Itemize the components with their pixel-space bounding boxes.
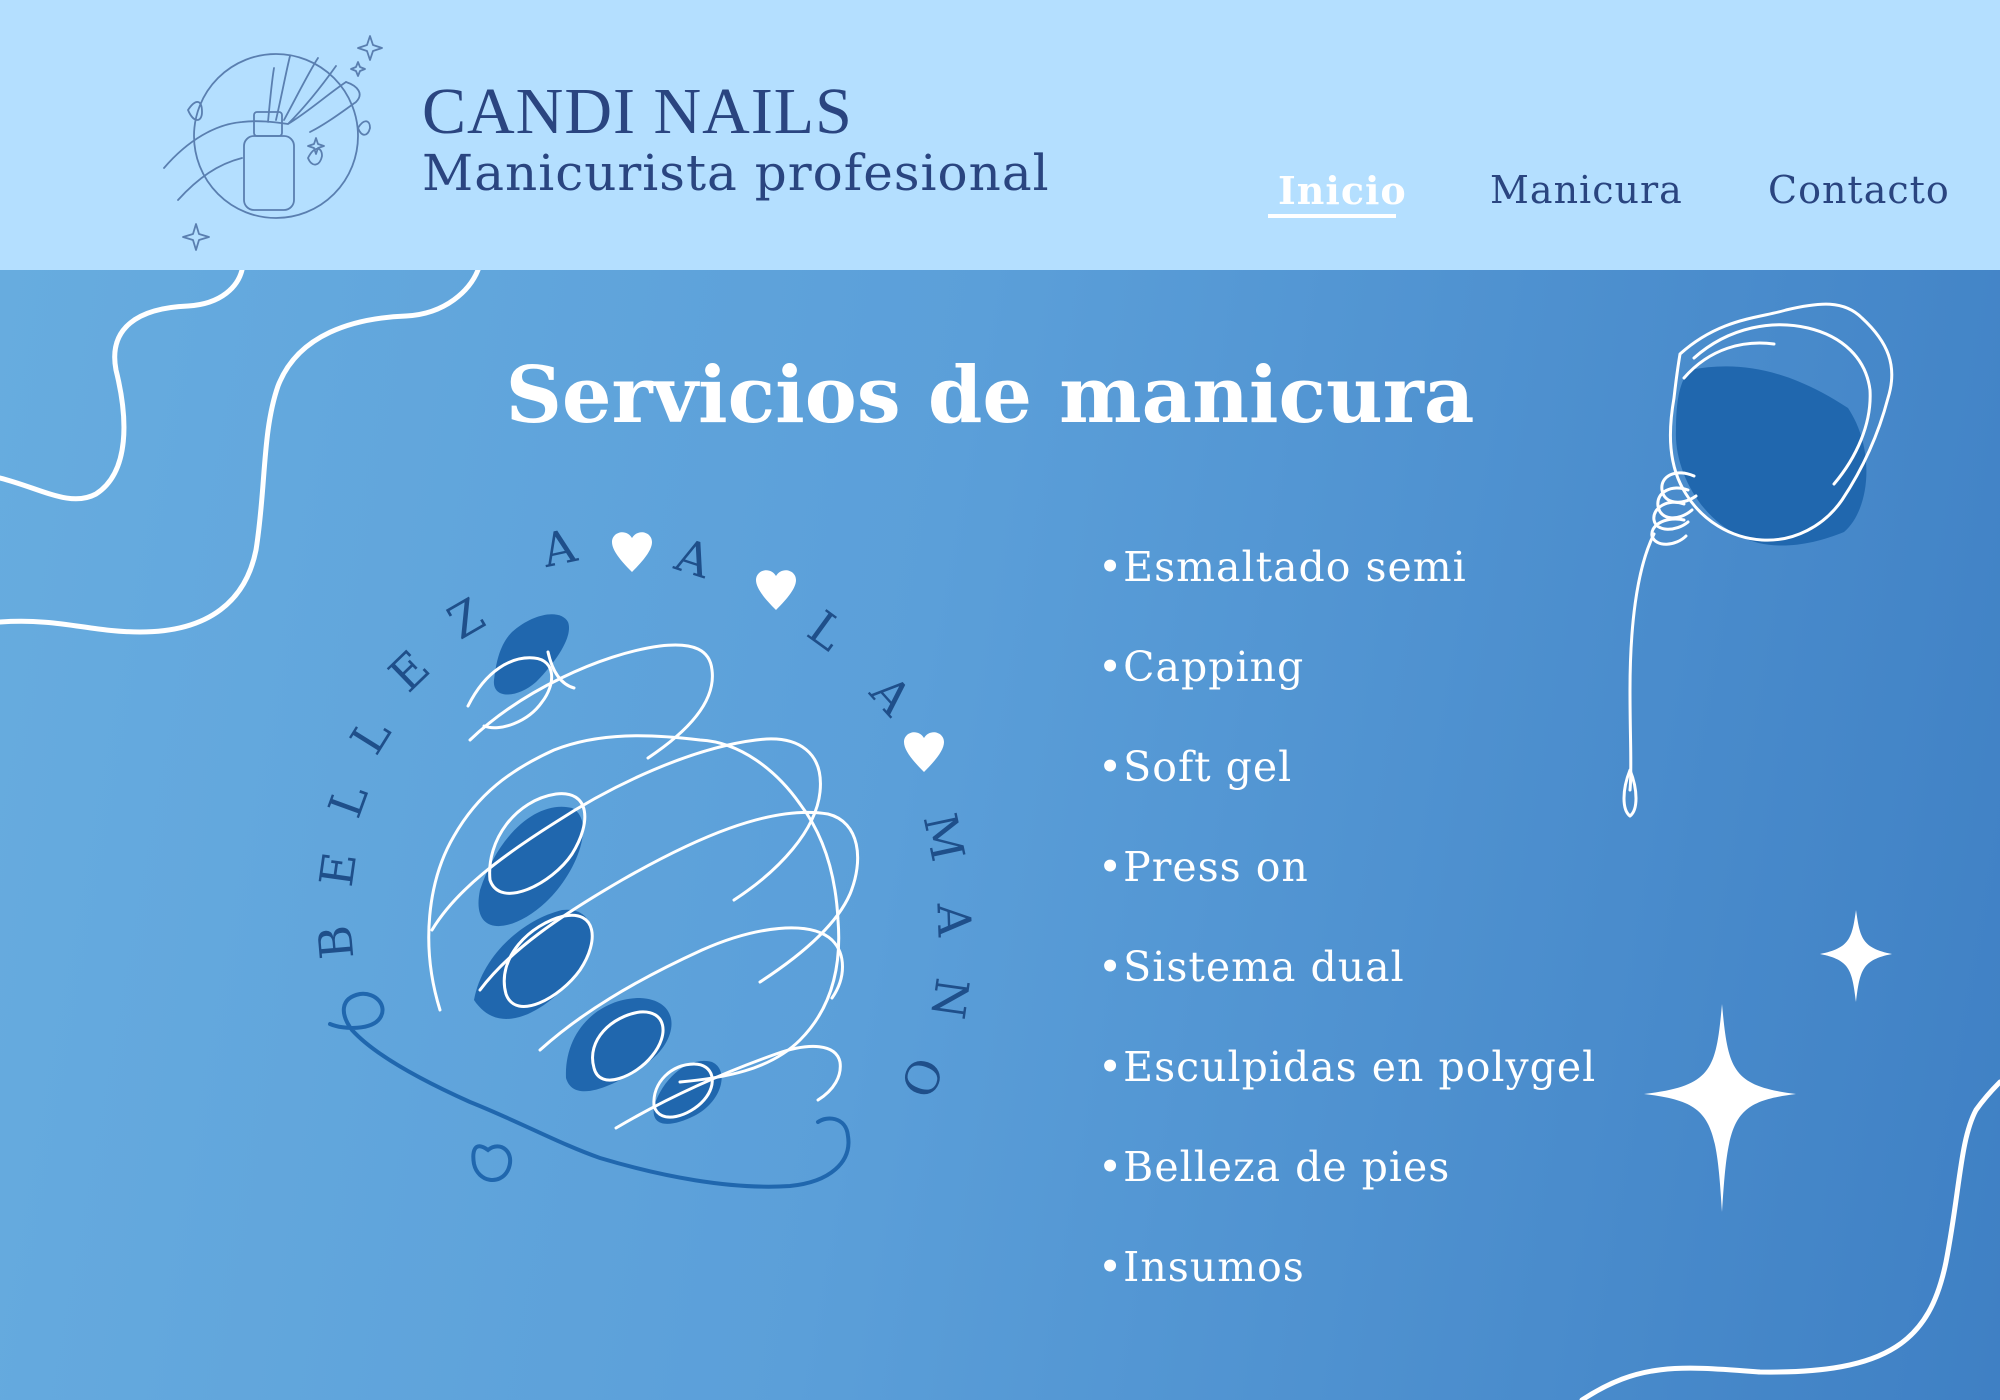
service-item: •Sistema dual — [1098, 943, 1405, 991]
svg-text:A: A — [536, 518, 581, 578]
service-item: •Capping — [1098, 643, 1305, 691]
service-item: •Esculpidas en polygel — [1098, 1043, 1597, 1091]
svg-text:E: E — [378, 640, 440, 702]
svg-text:A: A — [926, 901, 981, 938]
svg-text:L: L — [340, 709, 402, 764]
svg-text:A: A — [668, 527, 718, 589]
svg-text:N: N — [920, 975, 979, 1022]
nails-hand-illustration — [328, 614, 860, 1189]
header: CANDI NAILS Manicurista profesional Inic… — [0, 0, 2000, 270]
nav-link-manicura[interactable]: Manicura — [1490, 168, 1683, 212]
active-nav-underline — [1268, 214, 1396, 218]
service-item: •Esmaltado semi — [1098, 543, 1467, 591]
services-list: •Esmaltado semi •Capping •Soft gel •Pres… — [1098, 538, 1596, 1338]
svg-text:A: A — [859, 664, 923, 726]
nav-link-inicio[interactable]: Inicio — [1278, 168, 1407, 213]
nav-link-contacto[interactable]: Contacto — [1768, 168, 1950, 212]
svg-text:M: M — [913, 809, 976, 866]
services-hero: B E L L E Z A A L A M A N O Servicios de… — [0, 270, 2000, 1400]
service-item: •Soft gel — [1098, 743, 1293, 791]
service-item: •Press on — [1098, 843, 1309, 891]
page-title: Servicios de manicura — [505, 350, 1475, 441]
brand-tagline: Manicurista profesional — [422, 144, 1050, 202]
hand-polish-logo-icon — [163, 35, 383, 251]
service-item: •Belleza de pies — [1098, 1143, 1451, 1191]
svg-text:B: B — [308, 923, 365, 961]
svg-text:O: O — [890, 1050, 954, 1104]
svg-text:E: E — [309, 849, 367, 890]
svg-text:L: L — [318, 777, 379, 824]
brand-name: CANDI NAILS — [422, 75, 853, 148]
svg-text:Z: Z — [439, 587, 494, 650]
service-item: •Insumos — [1098, 1243, 1305, 1291]
sparkle-icon — [1644, 910, 1892, 1212]
svg-text:L: L — [798, 600, 854, 662]
